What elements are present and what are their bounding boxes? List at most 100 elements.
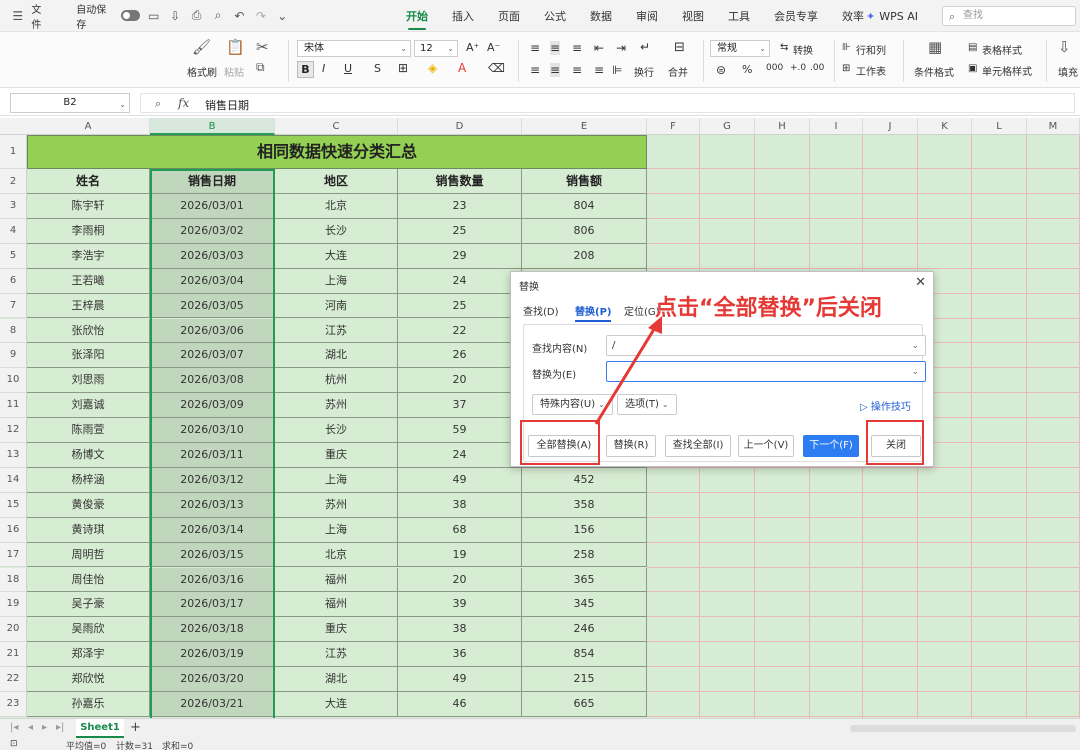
header-cell[interactable]: 地区 <box>275 169 398 194</box>
data-cell[interactable]: 福州 <box>275 592 398 618</box>
add-sheet-icon[interactable]: + <box>130 720 141 735</box>
data-cell[interactable]: 周佳怡 <box>27 567 150 593</box>
row-header[interactable]: 12 <box>0 418 27 443</box>
tips-link[interactable]: ▷ 操作技巧 <box>860 398 911 413</box>
merge-label[interactable]: 合并 <box>668 64 688 79</box>
row-header[interactable]: 8 <box>0 318 27 344</box>
tab-tools[interactable]: 工具 <box>716 0 762 32</box>
data-cell[interactable]: 福州 <box>275 567 398 593</box>
data-cell[interactable]: 19 <box>398 542 522 568</box>
sheet-title-cell[interactable]: 相同数据快速分类汇总 <box>27 135 647 169</box>
row-header[interactable]: 14 <box>0 467 27 493</box>
data-cell[interactable]: 重庆 <box>275 443 398 468</box>
data-cell[interactable]: 22 <box>398 318 522 344</box>
fx-icon[interactable]: fx <box>178 96 189 110</box>
increase-decimal-icon[interactable]: +.0 <box>790 63 806 73</box>
data-cell[interactable]: 358 <box>522 492 647 518</box>
wrap-icon[interactable]: ↵ <box>640 40 650 54</box>
data-cell[interactable]: 湖北 <box>275 343 398 369</box>
previous-button[interactable]: 上一个(V) <box>738 435 794 457</box>
data-cell[interactable]: 20 <box>398 567 522 593</box>
sheet-tab-sheet1[interactable]: Sheet1 <box>76 719 124 738</box>
data-cell[interactable]: 孙嘉乐 <box>27 692 150 717</box>
print-icon[interactable]: ⎙ <box>189 8 204 23</box>
row-header[interactable]: 10 <box>0 368 27 394</box>
data-cell[interactable]: 张泽阳 <box>27 343 150 369</box>
data-cell[interactable]: 大连 <box>275 243 398 269</box>
undo-icon[interactable]: ↶ <box>232 9 247 23</box>
data-cell[interactable]: 38 <box>398 617 522 643</box>
row-header[interactable]: 22 <box>0 667 27 692</box>
export-icon[interactable]: ⇩ <box>167 9 182 23</box>
data-cell[interactable]: 王梓晨 <box>27 293 150 319</box>
wps-ai-button[interactable]: ✦ WPS AI <box>860 7 924 26</box>
row-header[interactable]: 3 <box>0 194 27 219</box>
convert-label[interactable]: 转换 <box>793 42 813 57</box>
data-cell[interactable]: 杨博文 <box>27 443 150 468</box>
row-header[interactable]: 18 <box>0 567 27 593</box>
cond-format-label[interactable]: 条件格式 <box>914 64 954 79</box>
data-cell[interactable]: 49 <box>398 467 522 493</box>
bold-button[interactable]: B <box>297 61 314 78</box>
data-cell[interactable]: 806 <box>522 218 647 244</box>
row-header[interactable]: 6 <box>0 268 27 294</box>
data-cell[interactable]: 20 <box>398 368 522 394</box>
row-header[interactable]: 7 <box>0 293 27 319</box>
column-header[interactable]: F <box>647 118 700 135</box>
thousands-icon[interactable]: 000 <box>766 63 783 73</box>
data-cell[interactable]: 215 <box>522 667 647 692</box>
cut-icon[interactable]: ✂ <box>256 38 269 56</box>
prev-sheet-icon[interactable]: ◂ <box>28 722 33 733</box>
data-cell[interactable]: 郑欣悦 <box>27 667 150 692</box>
data-cell[interactable]: 王若曦 <box>27 268 150 294</box>
data-cell[interactable]: 北京 <box>275 542 398 568</box>
data-cell[interactable]: 黄诗琪 <box>27 517 150 543</box>
row-col-icon[interactable]: ⊪ <box>842 42 851 53</box>
search-input[interactable]: ⌕ 查找 <box>942 6 1076 26</box>
data-cell[interactable]: 河南 <box>275 293 398 319</box>
data-cell[interactable]: 陈雨萱 <box>27 418 150 443</box>
cond-format-icon[interactable]: ▦ <box>928 38 942 56</box>
replace-button[interactable]: 替换(R) <box>606 435 656 457</box>
data-cell[interactable]: 452 <box>522 467 647 493</box>
find-all-button[interactable]: 查找全部(I) <box>665 435 731 457</box>
data-cell[interactable]: 156 <box>522 517 647 543</box>
align-bottom-icon[interactable]: ≡ <box>572 41 582 55</box>
column-header[interactable]: J <box>863 118 918 135</box>
horizontal-scrollbar[interactable] <box>850 725 1076 732</box>
column-header[interactable]: G <box>700 118 755 135</box>
chevron-down-icon[interactable]: ⌄ <box>275 9 290 23</box>
row-header[interactable]: 23 <box>0 692 27 717</box>
font-size-select[interactable]: 12 ⌄ <box>414 40 458 57</box>
data-cell[interactable]: 苏州 <box>275 492 398 518</box>
merge-icon[interactable]: ⊟ <box>674 40 685 55</box>
data-cell[interactable]: 刘思雨 <box>27 368 150 394</box>
justify-icon[interactable]: ≡ <box>594 63 604 77</box>
clear-icon[interactable]: ⌫ <box>488 61 505 75</box>
data-cell[interactable]: 上海 <box>275 268 398 294</box>
first-sheet-icon[interactable]: |◂ <box>10 722 18 733</box>
data-cell[interactable]: 39 <box>398 592 522 618</box>
row-header[interactable]: 1 <box>0 135 27 169</box>
data-cell[interactable]: 36 <box>398 642 522 668</box>
data-cell[interactable]: 李雨桐 <box>27 218 150 244</box>
increase-font-icon[interactable]: A⁺ <box>466 41 479 54</box>
data-cell[interactable]: 张欣怡 <box>27 318 150 344</box>
cell-style-label[interactable]: 单元格样式 <box>982 63 1032 78</box>
header-cell[interactable]: 姓名 <box>27 169 150 194</box>
column-header[interactable]: H <box>755 118 810 135</box>
italic-icon[interactable]: I <box>322 62 325 75</box>
data-cell[interactable]: 29 <box>398 243 522 269</box>
tab-review[interactable]: 审阅 <box>624 0 670 32</box>
data-cell[interactable]: 杭州 <box>275 368 398 394</box>
data-cell[interactable]: 804 <box>522 194 647 219</box>
wrap-label[interactable]: 换行 <box>634 64 654 79</box>
tab-member[interactable]: 会员专享 <box>762 0 830 32</box>
font-name-select[interactable]: 宋体 ⌄ <box>297 40 411 57</box>
data-cell[interactable]: 大连 <box>275 692 398 717</box>
column-header[interactable]: B <box>150 118 275 135</box>
paste-icon[interactable]: 📋 <box>226 38 245 56</box>
file-menu[interactable]: 文件 <box>31 1 50 31</box>
formula-input[interactable]: ⌕ fx 销售日期 <box>140 93 1075 113</box>
tab-formula[interactable]: 公式 <box>532 0 578 32</box>
